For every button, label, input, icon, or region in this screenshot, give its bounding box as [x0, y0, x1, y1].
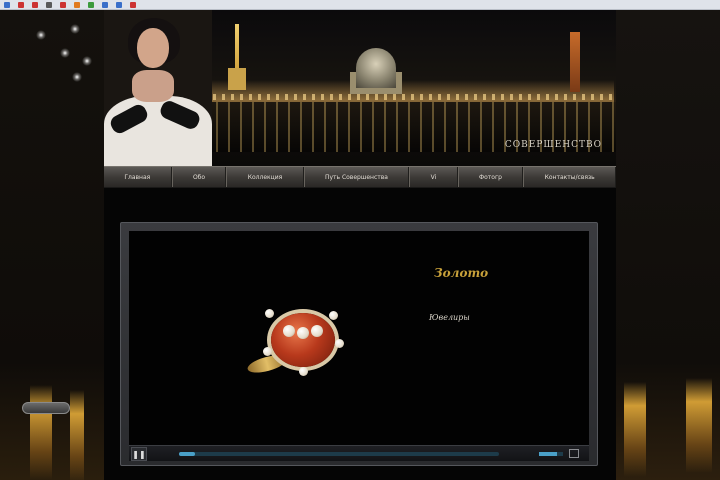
- progress-fill: [179, 452, 195, 456]
- right-background: [616, 10, 720, 480]
- favicon-icon: [130, 1, 136, 8]
- favicon-icon: [116, 1, 122, 8]
- pearl: [299, 367, 308, 376]
- pearl: [265, 309, 274, 318]
- bookmark[interactable]: [116, 1, 124, 8]
- bookmark[interactable]: [18, 1, 26, 8]
- favicon-icon: [4, 1, 10, 8]
- nav-item-photo[interactable]: Фотогр: [457, 167, 524, 187]
- coral-stone: [271, 313, 335, 367]
- nav-item-collection[interactable]: Коллекция: [226, 167, 304, 187]
- site-container: СОВЕРШЕНСТВО Главная Обо Коллекция Путь …: [104, 10, 617, 480]
- portrait-photo: [104, 10, 212, 166]
- favicon-icon: [74, 1, 80, 8]
- favicon-icon: [18, 1, 24, 8]
- cathedral-dome: [356, 48, 396, 88]
- favicon-icon: [102, 1, 108, 8]
- volume-slider[interactable]: [539, 452, 563, 456]
- favicon-icon: [32, 1, 38, 8]
- bookmark[interactable]: [74, 1, 82, 8]
- shoulders: [132, 70, 174, 102]
- pearl: [263, 347, 272, 356]
- sparkle-icon: [82, 56, 92, 66]
- player-controls: ❚❚: [129, 445, 589, 461]
- fullscreen-button[interactable]: [569, 449, 579, 458]
- pearl: [311, 325, 323, 337]
- progress-bar[interactable]: [179, 452, 499, 456]
- face: [137, 28, 169, 68]
- play-pause-button[interactable]: ❚❚: [131, 447, 147, 461]
- credits-title: Ювелиры: [429, 313, 470, 322]
- header-banner: СОВЕРШЕНСТВО: [104, 10, 616, 166]
- main-nav: Главная Обо Коллекция Путь Совершенства …: [104, 166, 617, 188]
- nav-item-about[interactable]: Обо: [171, 167, 227, 187]
- gold-title: Золото: [434, 266, 489, 280]
- tower: [570, 32, 580, 92]
- volume-fill: [539, 452, 557, 456]
- sparkle-icon: [60, 48, 70, 58]
- site-title: СОВЕРШЕНСТВО: [504, 140, 602, 150]
- light-reflection: [30, 385, 52, 480]
- favicon-icon: [60, 1, 66, 8]
- nav-item-path[interactable]: Путь Совершенства: [303, 167, 410, 187]
- light-reflection: [624, 382, 646, 477]
- pause-icon: ❚❚: [132, 449, 146, 459]
- video-screen[interactable]: Золото Ювелиры: [129, 231, 589, 447]
- sparkle-icon: [70, 24, 80, 34]
- chapter-button[interactable]: [22, 402, 70, 414]
- bookmark[interactable]: [102, 1, 110, 8]
- bookmark[interactable]: [46, 1, 54, 8]
- pearl: [283, 325, 295, 337]
- sparkle-icon: [72, 72, 82, 82]
- city-lights: [204, 94, 616, 100]
- bookmark[interactable]: [4, 1, 12, 8]
- favicon-icon: [88, 1, 94, 8]
- light-reflection: [686, 378, 712, 473]
- nav-item-home[interactable]: Главная: [104, 167, 172, 187]
- pearl: [335, 339, 344, 348]
- bookmark[interactable]: [88, 1, 96, 8]
- bookmark[interactable]: [130, 1, 138, 8]
- sparkle-icon: [36, 30, 46, 40]
- brooch-image: [245, 303, 349, 383]
- bookmark[interactable]: [60, 1, 68, 8]
- page-root: СОВЕРШЕНСТВО Главная Обо Коллекция Путь …: [0, 0, 720, 480]
- spire-base: [228, 68, 246, 90]
- favicon-icon: [46, 1, 52, 8]
- bookmarks-bar: [0, 0, 720, 10]
- nav-item-vi[interactable]: Vi: [409, 167, 458, 187]
- pearl: [329, 311, 338, 320]
- light-reflection: [70, 390, 84, 480]
- video-player: Золото Ювелиры ❚❚: [120, 222, 598, 466]
- bookmark[interactable]: [32, 1, 40, 8]
- nav-item-contacts[interactable]: Контакты/связь: [523, 167, 617, 187]
- pearl: [297, 327, 309, 339]
